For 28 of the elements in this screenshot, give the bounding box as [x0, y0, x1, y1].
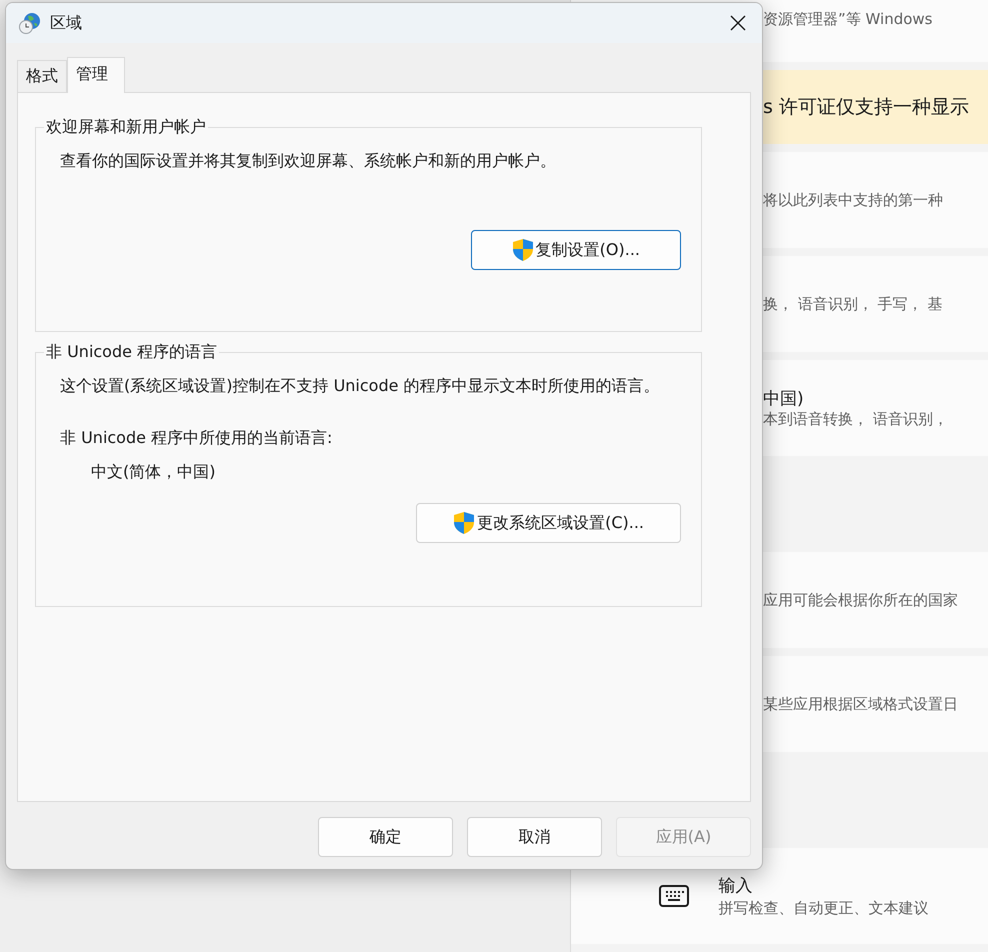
setting-description: 换， 语音识别， 手写， 基 [763, 294, 944, 314]
admin-button[interactable]: 更改系统区域设置(C)... [416, 503, 681, 543]
globe-clock-icon [18, 11, 42, 35]
setting-description: 应用可能会根据你所在的国家 [763, 590, 959, 610]
keyboard-icon [658, 885, 688, 907]
tab[interactable]: 管理 [67, 57, 125, 93]
group-title: 欢迎屏幕和新用户帐户 [45, 117, 207, 138]
dialog-button[interactable]: 取消 [467, 817, 602, 857]
license-notice: s 许可证仅支持一种显示 [763, 95, 970, 120]
dialog-button[interactable]: 确定 [318, 817, 453, 857]
window-title: 区域 [50, 12, 83, 34]
setting-description: 某些应用根据区域格式设置日 [763, 694, 959, 714]
shield-icon [512, 238, 534, 262]
group-text: 中文(简体，中国) [90, 461, 216, 483]
setting-description: 拼写检查、自动更正、文本建议 [718, 899, 928, 918]
group-text: 非 Unicode 程序中所使用的当前语言: [60, 427, 334, 449]
admin-button[interactable]: 复制设置(O)... [470, 230, 681, 270]
setting-title: 输入 [718, 875, 754, 897]
setting-title: 中国) [763, 388, 805, 410]
setting-description: 将以此列表中支持的第一种 [763, 190, 944, 210]
group-text: 这个设置(系统区域设置)控制在不支持 Unicode 的程序中显示文本时所使用的语言。 [60, 375, 661, 397]
shield-icon [453, 511, 476, 535]
tab[interactable]: 格式 [17, 60, 67, 93]
close-icon[interactable] [730, 15, 746, 31]
setting-description: 资源管理器”等 Windows [763, 10, 934, 29]
group-title: 非 Unicode 程序的语言 [45, 342, 218, 363]
group-text: 查看你的国际设置并将其复制到欢迎屏幕、系统帐户和新的用户帐户。 [60, 150, 557, 172]
setting-description: 本到语音转换， 语音识别， [763, 410, 949, 429]
